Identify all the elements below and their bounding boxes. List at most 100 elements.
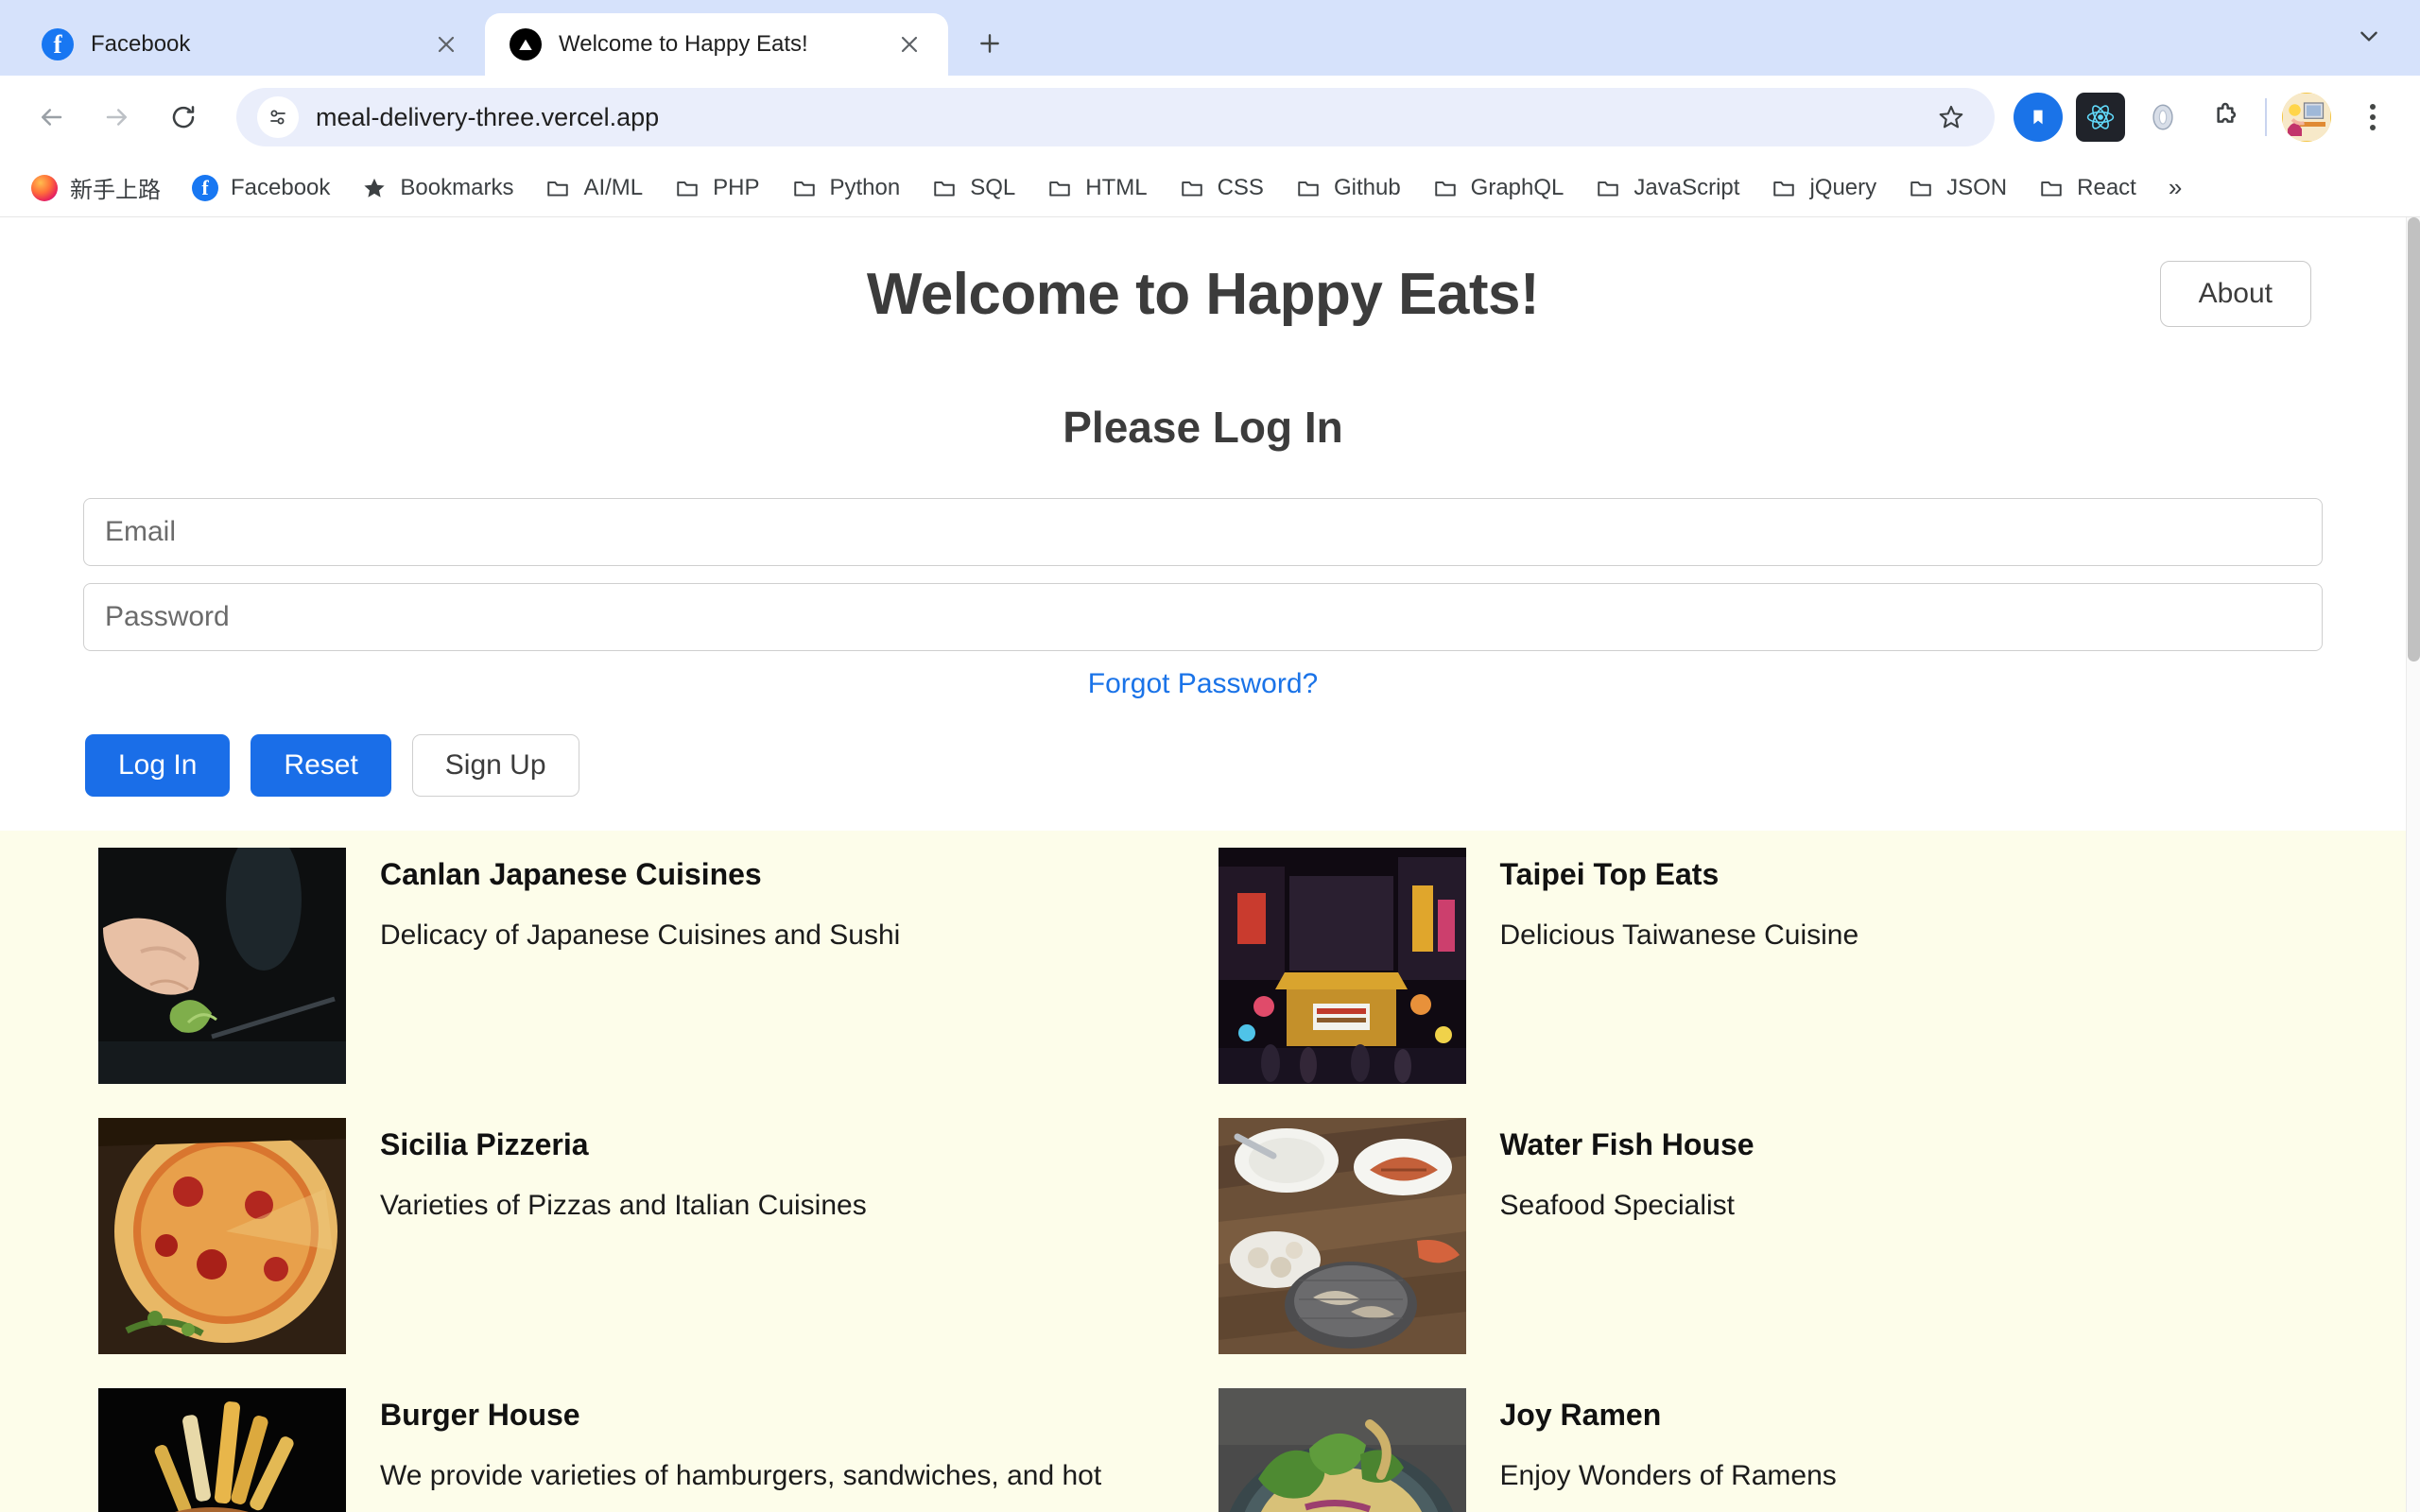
folder-icon <box>1178 174 1206 202</box>
restaurant-card[interactable]: Joy Ramen Enjoy Wonders of Ramens <box>1203 1371 2324 1512</box>
close-icon[interactable] <box>891 26 927 62</box>
restaurant-card[interactable]: Canlan Japanese Cuisines Delicacy of Jap… <box>83 831 1203 1101</box>
bookmark-item-xinshoushanglu[interactable]: 新手上路 <box>17 163 174 212</box>
ramen-bowl-photo <box>1218 1388 1466 1512</box>
page-title: Welcome to Happy Eats! <box>866 262 1540 327</box>
login-heading: Please Log In <box>1063 403 1343 452</box>
back-arrow-icon[interactable] <box>21 87 81 147</box>
folder-icon <box>673 174 701 202</box>
bookmark-folder-html[interactable]: HTML <box>1032 166 1160 210</box>
bookmark-folder-sql[interactable]: SQL <box>917 166 1028 210</box>
restaurant-description: Varieties of Pizzas and Italian Cuisines <box>380 1190 867 1221</box>
restaurant-info: Water Fish House Seafood Specialist <box>1500 1118 1754 1226</box>
burger-fries-photo <box>98 1388 346 1512</box>
tab-facebook[interactable]: f Facebook <box>17 13 485 76</box>
bookmark-label: SQL <box>970 174 1016 200</box>
sushi-chef-photo <box>98 848 346 1084</box>
tab-strip: f Facebook Welcome to Happy Eats! <box>0 0 2420 76</box>
puzzle-extensions-icon[interactable] <box>2201 93 2250 142</box>
close-icon[interactable] <box>428 26 464 62</box>
folder-icon <box>1770 174 1798 202</box>
restaurant-description: Seafood Specialist <box>1499 1190 1736 1221</box>
restaurant-grid: Canlan Japanese Cuisines Delicacy of Jap… <box>0 831 2406 1512</box>
folder-icon <box>930 174 959 202</box>
bookmark-label: PHP <box>713 174 760 200</box>
seafood-platter-photo <box>1218 1118 1466 1354</box>
restaurant-info: Taipei Top Eats Delicious Taiwanese Cuis… <box>1500 848 1859 955</box>
about-button[interactable]: About <box>2159 261 2311 327</box>
bookmark-folder-graphql[interactable]: GraphQL <box>1418 166 1578 210</box>
bookmark-label: 新手上路 <box>70 178 161 203</box>
bookmark-label: AI/ML <box>583 174 644 200</box>
bookmark-label: React <box>2077 174 2136 200</box>
login-button[interactable]: Log In <box>85 734 231 797</box>
browser-window: f Facebook Welcome to Happy Eats! meal-d… <box>0 0 2420 1512</box>
facebook-icon: f <box>191 174 219 202</box>
bookmark-folder-react[interactable]: React <box>2024 166 2150 210</box>
bookmark-folder-javascript[interactable]: JavaScript <box>1581 166 1753 210</box>
bookmark-folder-python[interactable]: Python <box>777 166 914 210</box>
password-field[interactable] <box>83 583 2323 651</box>
new-tab-button[interactable] <box>963 17 1016 70</box>
forgot-password-link[interactable]: Forgot Password? <box>83 668 2323 700</box>
bookmark-label: Python <box>829 174 901 200</box>
tab-happy-eats[interactable]: Welcome to Happy Eats! <box>485 13 948 76</box>
night-market-photo <box>1218 848 1466 1084</box>
bookmarks-overflow-button[interactable]: » <box>2159 165 2191 210</box>
restaurant-description: Delicacy of Japanese Cuisines and Sushi <box>380 919 901 951</box>
reset-button[interactable]: Reset <box>251 734 391 797</box>
vercel-triangle-icon <box>510 28 542 60</box>
email-field[interactable] <box>83 498 2323 566</box>
tune-site-settings-icon[interactable] <box>257 96 299 138</box>
bookmark-label: HTML <box>1085 174 1148 200</box>
profile-avatar[interactable] <box>2282 93 2331 142</box>
extension-icons <box>2014 93 2250 142</box>
pocket-bookmark-extension-icon[interactable] <box>2014 93 2063 142</box>
folder-icon <box>1907 174 1935 202</box>
restaurant-name: Joy Ramen <box>1499 1398 1662 1432</box>
react-devtools-extension-icon[interactable] <box>2076 93 2125 142</box>
bookmark-folder-github[interactable]: Github <box>1281 166 1414 210</box>
signup-button[interactable]: Sign Up <box>411 734 579 797</box>
folder-icon <box>1046 174 1074 202</box>
three-dot-menu-icon[interactable] <box>2346 91 2399 144</box>
star-icon <box>360 174 389 202</box>
bookmark-folder-php[interactable]: PHP <box>660 166 772 210</box>
facebook-icon: f <box>42 28 74 60</box>
star-outline-icon[interactable] <box>1923 89 1979 146</box>
form-button-row: Log In Reset Sign Up <box>83 734 2323 797</box>
bookmark-label: JavaScript <box>1634 174 1740 200</box>
bookmark-folder-ai-ml[interactable]: AI/ML <box>530 166 656 210</box>
bookmark-folder-jquery[interactable]: jQuery <box>1756 166 1890 210</box>
folder-icon <box>1431 174 1460 202</box>
reload-icon[interactable] <box>153 87 214 147</box>
bookmarks-bar: 新手上路 f Facebook Bookmarks AI/ML PHP Pyth… <box>0 159 2420 217</box>
url-text: meal-delivery-three.vercel.app <box>316 102 660 131</box>
menu-dot <box>2370 104 2376 110</box>
chevron-down-icon[interactable] <box>2342 9 2395 62</box>
bookmark-folder-json[interactable]: JSON <box>1893 166 2020 210</box>
page-scrollbar[interactable] <box>2406 217 2420 1512</box>
ring-extension-icon[interactable] <box>2138 93 2187 142</box>
toolbar-divider <box>2265 98 2267 136</box>
bookmark-folder-css[interactable]: CSS <box>1165 166 1277 210</box>
restaurant-info: Sicilia Pizzeria Varieties of Pizzas and… <box>380 1118 867 1226</box>
restaurant-card[interactable]: Sicilia Pizzeria Varieties of Pizzas and… <box>83 1101 1203 1371</box>
bookmark-label: jQuery <box>1809 174 1877 200</box>
folder-icon <box>1594 174 1622 202</box>
bookmark-item-facebook[interactable]: f Facebook <box>178 166 343 210</box>
restaurant-name: Sicilia Pizzeria <box>380 1127 589 1161</box>
scrollbar-thumb[interactable] <box>2408 217 2420 662</box>
restaurant-info: Canlan Japanese Cuisines Delicacy of Jap… <box>380 848 900 955</box>
tab-title: Welcome to Happy Eats! <box>559 31 808 57</box>
restaurant-card[interactable]: Taipei Top Eats Delicious Taiwanese Cuis… <box>1203 831 2324 1101</box>
address-bar[interactable]: meal-delivery-three.vercel.app <box>236 88 1995 146</box>
page-viewport: Welcome to Happy Eats! About Please Log … <box>0 217 2420 1512</box>
bookmark-item-bookmarks[interactable]: Bookmarks <box>347 166 527 210</box>
restaurant-card[interactable]: Burger House We provide varieties of ham… <box>83 1371 1203 1512</box>
menu-dot <box>2370 125 2376 130</box>
bookmark-label: Bookmarks <box>400 174 514 200</box>
restaurant-card[interactable]: Water Fish House Seafood Specialist <box>1203 1101 2324 1371</box>
forward-arrow-icon[interactable] <box>87 87 147 147</box>
menu-dot <box>2370 114 2376 120</box>
